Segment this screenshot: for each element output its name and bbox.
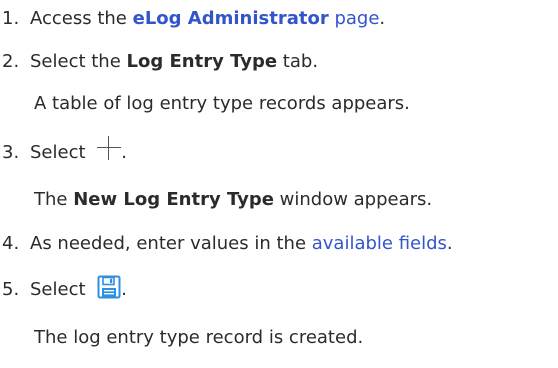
new-log-entry-type-window-label: New Log Entry Type — [73, 189, 274, 210]
elog-administrator-page-link[interactable]: eLog Administrator page — [133, 8, 380, 29]
step-2-result: A table of log entry type records appear… — [34, 93, 410, 114]
plus-icon — [97, 136, 122, 160]
available-fields-link[interactable]: available fields — [312, 233, 447, 254]
step-5: 5. Select . — [0, 272, 127, 308]
step-text: Access the — [30, 8, 133, 29]
step-3: 3. Select . — [0, 135, 127, 171]
step-number: 3. — [2, 142, 20, 163]
step-1: 1. Access the eLog Administrator page. — [0, 1, 385, 37]
step-number: 4. — [2, 233, 20, 254]
step-2: 2. Select the Log Entry Type tab. — [0, 44, 318, 80]
step-number: 5. — [2, 279, 20, 300]
step-text: Select — [30, 279, 92, 300]
step-3-result: The New Log Entry Type window appears. — [34, 189, 433, 210]
log-entry-type-tab-label: Log Entry Type — [126, 51, 278, 72]
step-number: 1. — [2, 8, 20, 29]
step-text: Select — [30, 142, 92, 163]
save-icon — [97, 275, 121, 299]
step-5-result: The log entry type record is created. — [34, 327, 364, 348]
step-text: As needed, enter values in the — [30, 233, 312, 254]
step-4: 4. As needed, enter values in the availab… — [0, 226, 453, 262]
step-text: Select the — [30, 51, 127, 72]
step-number: 2. — [2, 51, 20, 72]
